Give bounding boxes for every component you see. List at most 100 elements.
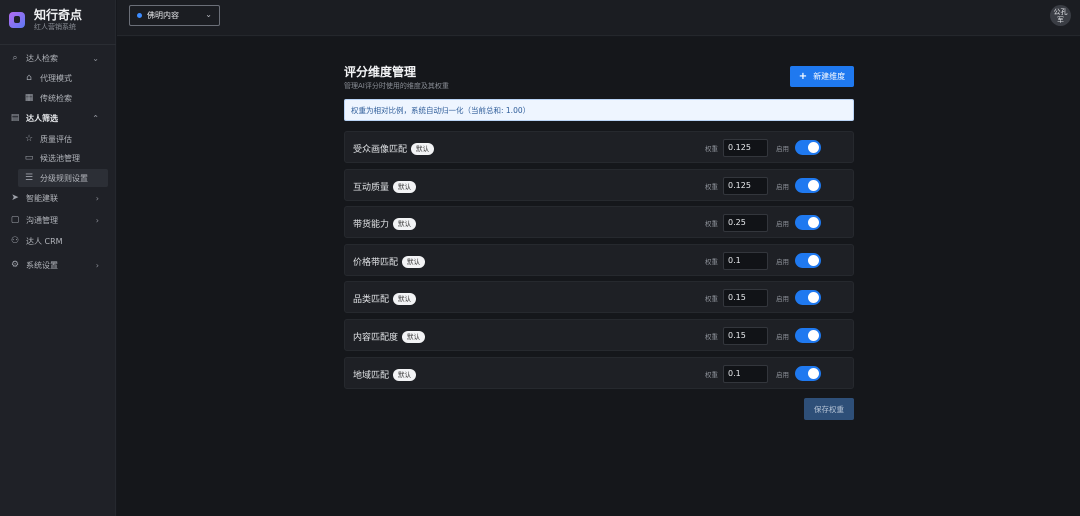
- weight-label: 权重: [705, 295, 718, 304]
- clipboard-icon: ▤: [10, 113, 20, 123]
- brand-subtitle: 红人营销系统: [34, 23, 76, 31]
- sidebar-item-label: 传统检索: [40, 93, 72, 103]
- sidebar-divider: [0, 44, 116, 45]
- weight-input[interactable]: 0.125: [723, 139, 768, 157]
- dimension-name-text: 价格带匹配: [353, 257, 399, 268]
- save-weights-button[interactable]: 保存权重: [804, 398, 854, 420]
- sidebar-item-label: 质量评估: [40, 134, 72, 144]
- enable-toggle[interactable]: [795, 365, 821, 381]
- weight-input[interactable]: 0.1: [723, 251, 768, 270]
- new-dimension-label: 新建维度: [813, 72, 846, 81]
- enable-label: 启用: [776, 220, 789, 229]
- project-select-value: 佛明内容: [147, 11, 179, 20]
- status-dot-icon: [137, 13, 142, 18]
- sidebar-item-label: 达人 CRM: [26, 236, 63, 246]
- weight-input[interactable]: 0.1: [723, 364, 768, 383]
- dimension-row: 内容匹配度 默认 权重 0.15 启用: [344, 319, 854, 351]
- dimension-name-text: 品类匹配: [353, 295, 390, 306]
- dimension-row: 受众画像匹配 默认 权重 0.125 启用: [344, 131, 854, 163]
- sidebar-item-label: 系统设置: [26, 260, 58, 270]
- star-icon: ☆: [24, 134, 34, 144]
- weight-label: 权重: [705, 182, 718, 191]
- weight-input[interactable]: 0.25: [723, 214, 768, 233]
- dimension-name: 地域匹配 默认: [353, 368, 417, 381]
- new-dimension-button[interactable]: + 新建维度: [790, 66, 854, 87]
- dimension-row: 价格带匹配 默认 权重 0.1 启用: [344, 243, 854, 276]
- dimension-name: 价格带匹配 默认: [353, 255, 426, 268]
- send-icon: ➤: [11, 193, 19, 203]
- weight-label: 权重: [705, 370, 718, 379]
- app-logo-icon: [9, 12, 25, 28]
- inbox-icon: ▭: [24, 153, 34, 163]
- gear-icon: ⚙: [10, 260, 20, 270]
- default-badge: 默认: [393, 368, 417, 381]
- chevron-down-icon: ⌄: [205, 10, 212, 19]
- project-select[interactable]: 佛明内容 ⌄: [129, 5, 220, 26]
- enable-label: 启用: [776, 257, 789, 266]
- enable-toggle[interactable]: [795, 328, 821, 343]
- search-icon: ⌕: [12, 53, 18, 63]
- default-badge: 默认: [393, 218, 417, 231]
- weight-notice: 权重为相对比例，系统自动归一化（当前总和: 1.00）: [344, 99, 854, 121]
- enable-toggle[interactable]: [795, 215, 821, 231]
- enable-toggle[interactable]: [795, 177, 821, 193]
- table-icon: ▦: [24, 93, 34, 103]
- weight-label: 权重: [705, 333, 718, 341]
- dimension-name: 互动质量 默认: [353, 180, 417, 193]
- dimension-name: 品类匹配 默认: [353, 292, 417, 306]
- sidebar-item-candidate-pool[interactable]: ▭ 候选池管理: [0, 149, 116, 167]
- default-badge: 默认: [393, 180, 417, 193]
- weight-label: 权重: [705, 220, 718, 229]
- sidebar-item-settings[interactable]: ⚙ 系统设置 ›: [0, 256, 116, 274]
- sidebar-item-quality-eval[interactable]: ☆ 质量评估: [0, 130, 116, 148]
- chevron-right-icon: ›: [95, 193, 99, 203]
- sidebar-item-label: 候选池管理: [40, 153, 80, 163]
- sidebar-item-communication[interactable]: ▢ 沟通管理 ›: [0, 211, 116, 229]
- enable-toggle[interactable]: [795, 252, 821, 268]
- sidebar-item-grading-rules[interactable]: ☰ 分级规则设置: [18, 169, 108, 187]
- dimension-name: 带货能力 默认: [353, 217, 417, 231]
- enable-label: 启用: [776, 145, 789, 153]
- dimension-name-text: 内容匹配度: [353, 333, 399, 343]
- default-badge: 默认: [402, 331, 426, 343]
- plus-icon: +: [798, 71, 808, 82]
- weight-label: 权重: [705, 257, 718, 266]
- enable-label: 启用: [776, 295, 789, 304]
- dimension-name-text: 地域匹配: [353, 370, 390, 381]
- default-badge: 默认: [402, 255, 426, 268]
- sidebar-item-talent-filter[interactable]: ▤ 达人筛选 ⌃: [0, 109, 116, 127]
- weight-input[interactable]: 0.15: [723, 289, 768, 308]
- dimension-name: 受众画像匹配 默认: [353, 142, 435, 155]
- dimension-row: 地域匹配 默认 权重 0.1 启用: [344, 356, 854, 389]
- enable-toggle[interactable]: [795, 140, 821, 155]
- enable-toggle[interactable]: [795, 290, 821, 306]
- chevron-down-icon: ⌄: [92, 53, 99, 63]
- sidebar-item-label: 智能建联: [26, 193, 58, 203]
- sidebar: 知行奇点 红人营销系统 ⌕ 达人检索 ⌄ ⌂ 代理模式 ▦ 传统检索 ▤ 达人筛…: [0, 0, 116, 516]
- dimension-row: 互动质量 默认 权重 0.125 启用: [344, 168, 854, 201]
- enable-label: 启用: [776, 370, 789, 379]
- page-subtitle: 管理AI评分时使用的维度及其权重: [344, 82, 449, 90]
- sidebar-item-traditional-search[interactable]: ▦ 传统检索: [0, 89, 116, 107]
- dimension-row: 带货能力 默认 权重 0.25 启用: [344, 206, 854, 239]
- avatar[interactable]: 公孔 军: [1050, 5, 1071, 26]
- home-icon: ⌂: [26, 73, 32, 83]
- chevron-up-icon: ⌃: [92, 113, 99, 123]
- page-title: 评分维度管理: [344, 65, 417, 79]
- sidebar-item-crm[interactable]: ⚇ 达人 CRM: [0, 232, 116, 250]
- weight-input[interactable]: 0.125: [723, 176, 768, 195]
- brand-title: 知行奇点: [34, 8, 83, 22]
- chat-icon: ▢: [10, 215, 20, 225]
- sidebar-item-label: 达人检索: [26, 53, 58, 63]
- default-badge: 默认: [393, 293, 417, 306]
- weight-input[interactable]: 0.15: [723, 327, 768, 345]
- dimension-row: 品类匹配 默认 权重 0.15 启用: [344, 281, 854, 314]
- dimension-name-text: 互动质量: [353, 182, 390, 193]
- users-icon: ⚇: [10, 236, 20, 246]
- enable-label: 启用: [776, 333, 789, 341]
- dimension-name: 内容匹配度 默认: [353, 330, 426, 343]
- enable-label: 启用: [776, 182, 789, 191]
- sidebar-item-agent-mode[interactable]: ⌂ 代理模式: [0, 69, 116, 87]
- sidebar-item-smart-outreach[interactable]: ➤ 智能建联 ›: [0, 189, 116, 207]
- sidebar-item-talent-search[interactable]: ⌕ 达人检索 ⌄: [0, 49, 116, 67]
